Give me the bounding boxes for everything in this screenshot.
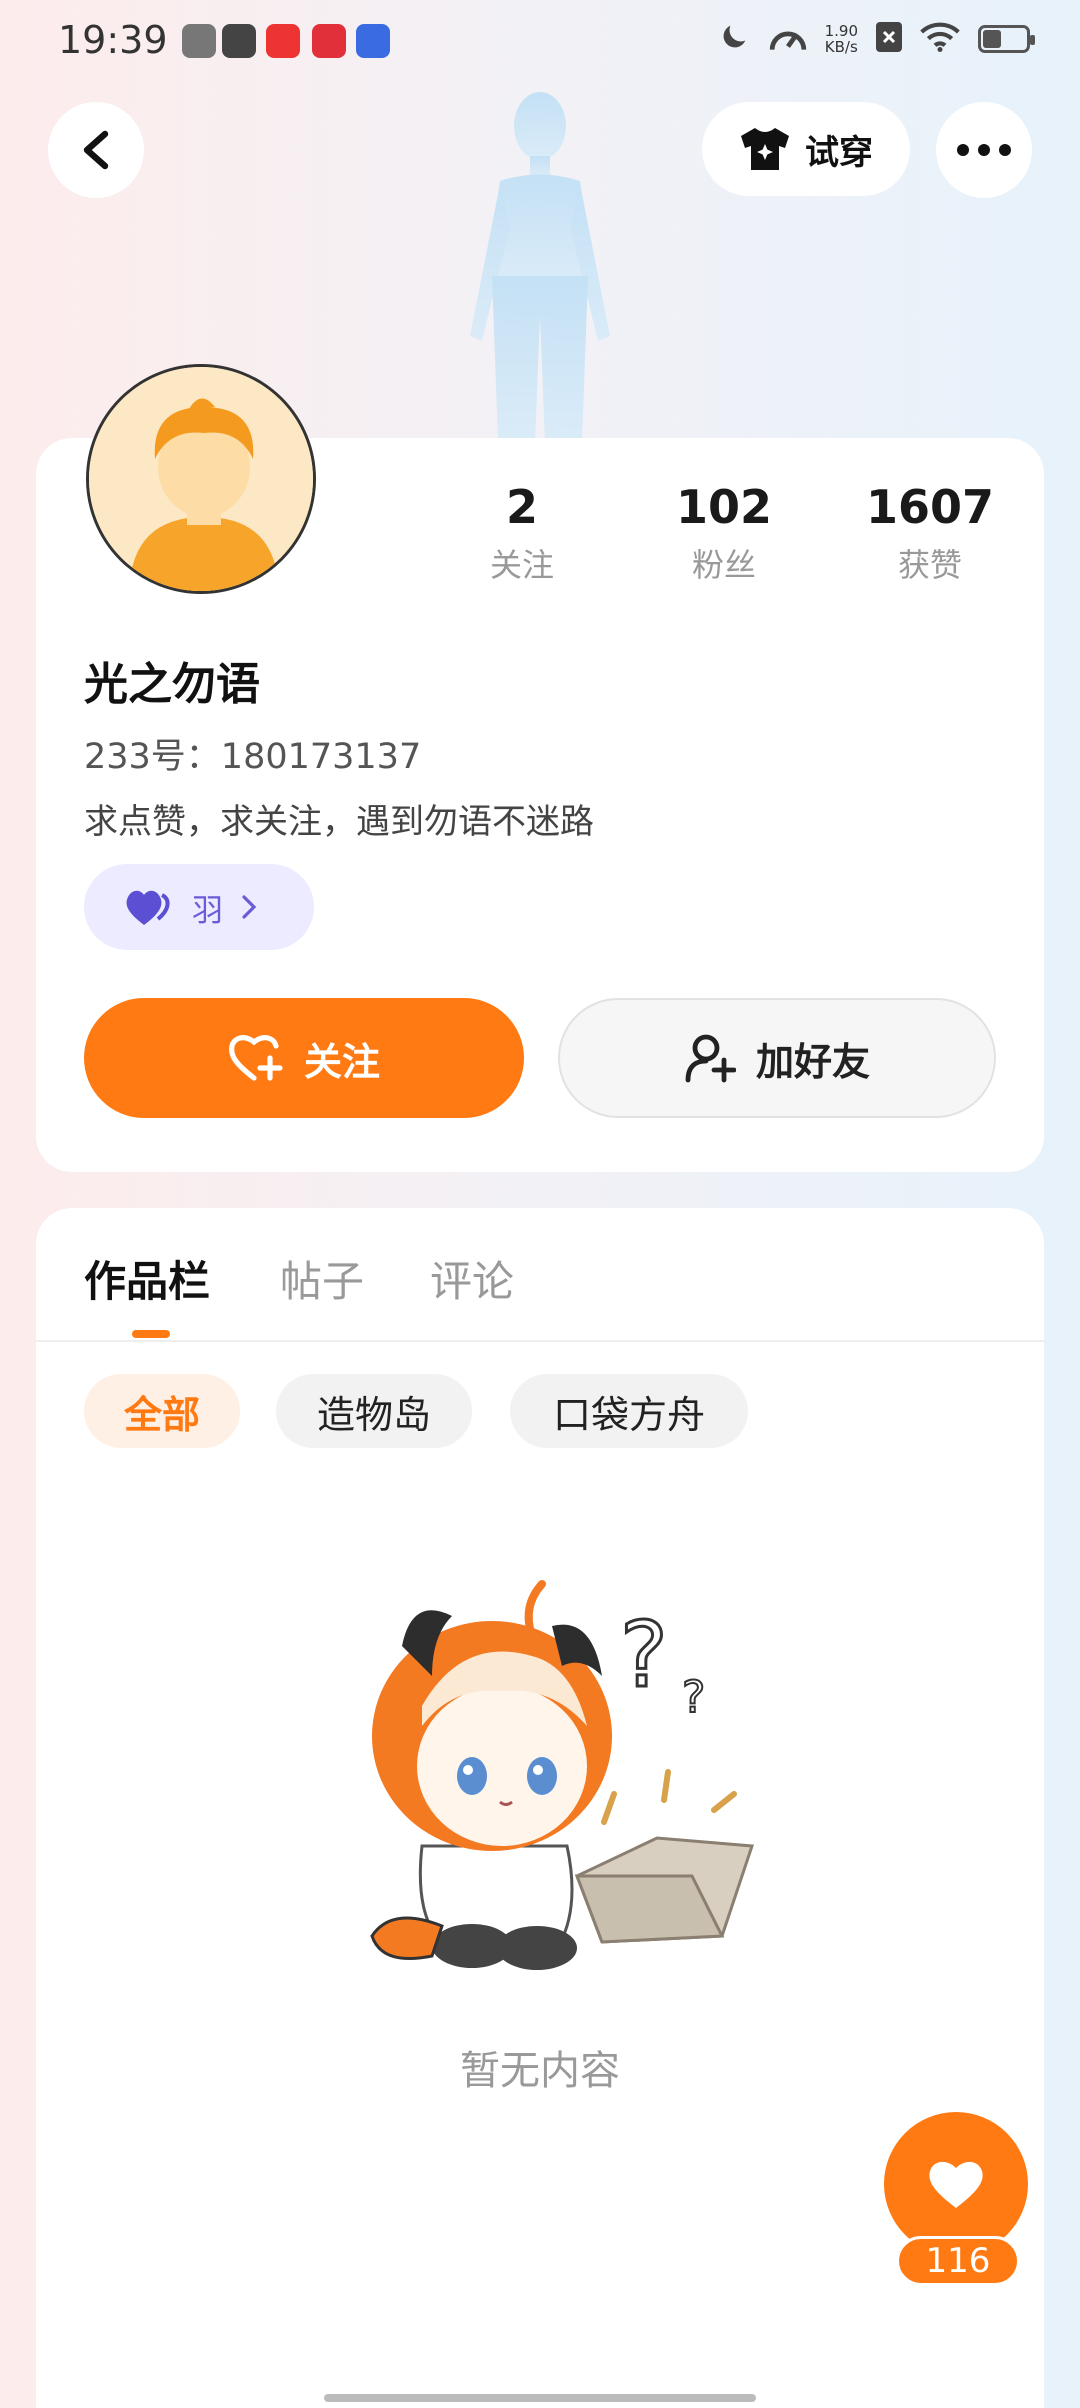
tabs-divider bbox=[36, 1340, 1044, 1342]
svg-text:?: ? bbox=[682, 1672, 705, 1723]
like-fab-button[interactable] bbox=[884, 2112, 1028, 2256]
filter-chip-ark[interactable]: 口袋方舟 bbox=[510, 1374, 748, 1448]
home-indicator[interactable] bbox=[324, 2394, 756, 2402]
user-bio: 求点赞，求关注，遇到勿语不迷路 bbox=[84, 802, 594, 842]
avatar-figure-preview bbox=[470, 92, 610, 442]
try-on-button[interactable]: 试穿 bbox=[702, 102, 910, 196]
moon-icon bbox=[717, 20, 751, 58]
notification-news-icon bbox=[266, 24, 300, 58]
stat-likes[interactable]: 1607 获赞 bbox=[850, 480, 1010, 586]
tab-posts[interactable]: 帖子 bbox=[280, 1248, 364, 1309]
stat-value: 2 bbox=[505, 480, 538, 534]
user-id: 233号：180173137 bbox=[84, 737, 422, 777]
sim-off-icon bbox=[876, 22, 902, 56]
more-dots-icon bbox=[957, 144, 1011, 156]
add-friend-label: 加好友 bbox=[755, 1039, 870, 1084]
stat-label: 粉丝 bbox=[691, 546, 756, 584]
svg-text:?: ? bbox=[620, 1603, 668, 1708]
wifi-icon bbox=[920, 21, 960, 57]
back-button[interactable] bbox=[48, 102, 144, 198]
network-speed: 1.90 KB/s bbox=[825, 23, 858, 55]
notification-shop-icon bbox=[312, 24, 346, 58]
filter-chip-island[interactable]: 造物岛 bbox=[276, 1374, 472, 1448]
tag-label: 羽 bbox=[192, 892, 223, 929]
notification-baidu-icon bbox=[356, 24, 390, 58]
filter-chip-all[interactable]: 全部 bbox=[84, 1374, 240, 1448]
default-avatar-icon bbox=[89, 367, 313, 591]
follow-label: 关注 bbox=[303, 1039, 380, 1084]
add-person-icon bbox=[685, 1034, 736, 1083]
tab-comments[interactable]: 评论 bbox=[430, 1248, 514, 1309]
chevron-left-icon bbox=[83, 130, 109, 170]
heart-plus-icon bbox=[229, 1035, 283, 1081]
network-speed-value: 1.90 bbox=[824, 22, 858, 40]
notification-bag-icon bbox=[222, 24, 256, 58]
stat-label: 获赞 bbox=[897, 546, 962, 584]
battery-icon bbox=[978, 25, 1035, 53]
stat-value: 102 bbox=[675, 480, 773, 534]
tshirt-icon bbox=[741, 128, 789, 170]
feather-tag-button[interactable]: 羽 bbox=[84, 864, 314, 950]
add-friend-button[interactable]: 加好友 bbox=[558, 998, 996, 1118]
empty-state-text: 暂无内容 bbox=[460, 2048, 620, 2094]
tab-indicator bbox=[132, 1330, 170, 1338]
status-bar: 19:39 1.90 KB/s bbox=[0, 0, 1080, 84]
avatar[interactable] bbox=[86, 364, 316, 594]
stat-value: 1607 bbox=[865, 480, 995, 534]
follow-button[interactable]: 关注 bbox=[84, 998, 524, 1118]
stat-followers[interactable]: 102 粉丝 bbox=[644, 480, 804, 586]
heart-badge-icon bbox=[126, 890, 170, 925]
heart-icon bbox=[929, 2161, 983, 2208]
more-options-button[interactable] bbox=[936, 102, 1032, 198]
stat-following[interactable]: 2 关注 bbox=[442, 480, 602, 586]
tab-works[interactable]: 作品栏 bbox=[84, 1248, 210, 1309]
network-speed-unit: KB/s bbox=[824, 38, 858, 56]
stat-label: 关注 bbox=[489, 546, 554, 584]
status-time: 19:39 bbox=[58, 18, 168, 62]
chevron-right-icon bbox=[242, 895, 257, 919]
notification-app-icon bbox=[182, 24, 216, 58]
empty-state-illustration: ? ? bbox=[370, 1580, 755, 1970]
try-on-label: 试穿 bbox=[805, 132, 873, 173]
like-count-badge: 116 bbox=[896, 2236, 1020, 2286]
username: 光之勿语 bbox=[84, 659, 260, 710]
speedometer-icon bbox=[769, 20, 807, 58]
